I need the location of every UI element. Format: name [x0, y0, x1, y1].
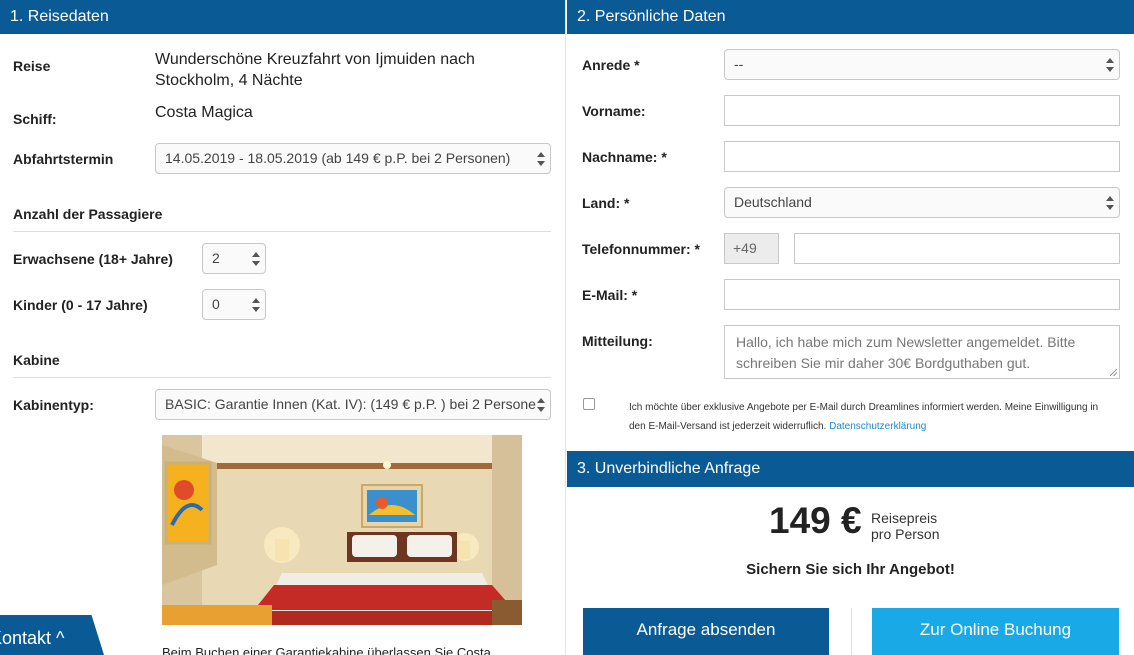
button-divider: [851, 608, 852, 655]
message-label: Mitteilung:: [582, 333, 653, 349]
price-note-line2: pro Person: [871, 526, 940, 542]
phone-label: Telefonnummer: *: [582, 241, 700, 257]
passengers-heading: Anzahl der Passagiere: [13, 206, 551, 232]
adults-select-value: 2: [212, 250, 220, 266]
select-arrows-icon: [1106, 195, 1114, 211]
trip-value: Wunderschöne Kreuzfahrt von Ijmuiden nac…: [155, 49, 475, 91]
departure-select[interactable]: 14.05.2019 - 18.05.2019 (ab 149 € p.P. b…: [155, 143, 551, 174]
price-value: 149 €: [769, 500, 862, 541]
message-line2: schreiben Sie mir daher 30€ Bordguthaben…: [736, 355, 1031, 371]
trip-value-line1: Wunderschöne Kreuzfahrt von Ijmuiden nac…: [155, 51, 475, 68]
ship-label: Schiff:: [13, 111, 57, 127]
children-select[interactable]: 0: [202, 289, 266, 320]
message-textarea[interactable]: Hallo, ich habe mich zum Newsletter ange…: [724, 325, 1120, 379]
adults-select[interactable]: 2: [202, 243, 266, 274]
contact-tab-label: Kontakt ^: [0, 628, 65, 648]
salutation-select-value: --: [734, 56, 744, 72]
cabin-type-label: Kabinentyp:: [13, 397, 94, 413]
select-arrows-icon: [252, 251, 260, 267]
children-label: Kinder (0 - 17 Jahre): [13, 297, 148, 313]
select-arrows-icon: [1106, 57, 1114, 73]
country-label: Land: *: [582, 195, 630, 211]
travel-data-panel: 1. Reisedaten Reise Wunderschöne Kreuzfa…: [0, 0, 566, 655]
price-note-line1: Reisepreis: [871, 510, 938, 526]
send-request-button[interactable]: Anfrage absenden: [583, 608, 829, 655]
cabin-photo-illustration: [162, 435, 522, 625]
salutation-select[interactable]: --: [724, 49, 1120, 80]
country-select[interactable]: Deutschland: [724, 187, 1120, 218]
ship-value: Costa Magica: [155, 104, 253, 121]
firstname-field[interactable]: [724, 95, 1120, 126]
resize-grip-icon[interactable]: [1110, 369, 1117, 376]
departure-label: Abfahrtstermin: [13, 151, 114, 167]
select-arrows-icon: [252, 297, 260, 313]
price-note: Reisepreis pro Person: [871, 510, 939, 542]
firstname-label: Vorname:: [582, 103, 646, 119]
travel-data-header: 1. Reisedaten: [0, 0, 565, 34]
secure-offer-text: Sichern Sie sich Ihr Angebot!: [746, 561, 955, 578]
cabin-heading: Kabine: [13, 352, 551, 378]
trip-value-line2: Stockholm, 4 Nächte: [155, 72, 303, 89]
trip-label: Reise: [13, 58, 51, 74]
country-select-value: Deutschland: [734, 194, 812, 210]
lastname-field[interactable]: [724, 141, 1120, 172]
salutation-label: Anrede *: [582, 57, 640, 73]
message-line1: Hallo, ich habe mich zum Newsletter ange…: [736, 334, 1076, 350]
privacy-link[interactable]: Datenschutzerklärung: [829, 421, 926, 432]
cabin-type-select[interactable]: BASIC: Garantie Innen (Kat. IV): (149 € …: [155, 389, 551, 420]
adults-label: Erwachsene (18+ Jahre): [13, 251, 173, 267]
cabin-type-select-value: BASIC: Garantie Innen (Kat. IV): (149 € …: [165, 396, 536, 412]
cabin-description: Beim Buchen einer Garantiekabine überlas…: [162, 645, 491, 655]
contact-tab[interactable]: Kontakt ^: [0, 615, 104, 655]
cabin-image: [162, 435, 522, 625]
email-label: E-Mail: *: [582, 287, 638, 303]
email-field[interactable]: [724, 279, 1120, 310]
select-arrows-icon: [537, 397, 545, 413]
phone-prefix-field: +49: [724, 233, 779, 264]
departure-select-value: 14.05.2019 - 18.05.2019 (ab 149 € p.P. b…: [165, 150, 511, 166]
newsletter-checkbox[interactable]: [583, 398, 595, 410]
request-header: 3. Unverbindliche Anfrage: [567, 451, 1134, 487]
personal-data-header: 2. Persönliche Daten: [567, 0, 1134, 34]
children-select-value: 0: [212, 296, 220, 312]
online-booking-button[interactable]: Zur Online Buchung: [872, 608, 1119, 655]
consent-text-block: Ich möchte über exklusive Angebote per E…: [629, 398, 1109, 436]
select-arrows-icon: [537, 151, 545, 167]
lastname-label: Nachname: *: [582, 149, 667, 165]
phone-field[interactable]: [794, 233, 1120, 264]
